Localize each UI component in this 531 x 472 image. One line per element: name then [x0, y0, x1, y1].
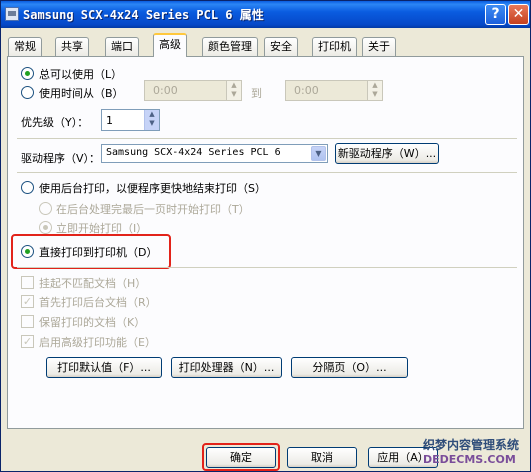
from-time-value: 0:00: [153, 84, 178, 97]
available-from-radio[interactable]: [21, 86, 34, 99]
driver-label: 驱动程序（V）：: [21, 152, 101, 165]
print-spooled-first-checkbox[interactable]: ✓: [21, 295, 34, 308]
tab-about[interactable]: 关于: [362, 37, 396, 56]
priority-label: 优先级（Y）：: [21, 116, 89, 129]
printing-defaults-button[interactable]: 打印默认值（F）...: [46, 357, 162, 378]
print-processor-button[interactable]: 打印处理器（N）...: [171, 357, 282, 378]
separator: [17, 172, 517, 173]
separator-page-button[interactable]: 分隔页（O）...: [291, 357, 408, 378]
to-time-field[interactable]: 0:00 ▲ ▼: [285, 80, 383, 101]
spool-radio[interactable]: [21, 181, 34, 194]
priority-spinner[interactable]: ▲ ▼: [144, 110, 159, 130]
hold-mismatched-label: 挂起不匹配文档（H）: [39, 277, 147, 290]
start-after-last-page-label: 在后台处理完最后一页时开始打印（T）: [56, 203, 250, 216]
from-time-spinner[interactable]: ▲ ▼: [226, 81, 241, 100]
printer-properties-dialog: Samsung SCX-4x24 Series PCL 6 属性 ? ✕ 常规 …: [0, 0, 531, 472]
available-from-label: 使用时间从（B）: [39, 87, 124, 100]
keep-printed-label: 保留打印的文档（K）: [39, 316, 146, 329]
from-time-field[interactable]: 0:00 ▲ ▼: [144, 80, 242, 101]
separator: [17, 138, 517, 139]
watermark-title: 织梦内容管理系统: [423, 438, 520, 452]
tab-printer[interactable]: 打印机: [312, 37, 357, 56]
window-title: Samsung SCX-4x24 Series PCL 6 属性: [23, 8, 264, 22]
help-button[interactable]: ?: [485, 4, 506, 25]
chevron-down-icon[interactable]: ▼: [311, 146, 326, 161]
tab-security[interactable]: 安全: [264, 37, 298, 56]
highlight-box: [11, 234, 171, 269]
tab-advanced[interactable]: 高级: [153, 33, 187, 57]
to-time-spinner[interactable]: ▲ ▼: [367, 81, 382, 100]
to-label: 到: [251, 87, 262, 100]
title-bar[interactable]: Samsung SCX-4x24 Series PCL 6 属性 ? ✕: [1, 1, 530, 28]
tab-ports[interactable]: 端口: [105, 37, 139, 56]
driver-select[interactable]: Samsung SCX-4x24 Series PCL 6 ▼: [101, 144, 328, 163]
always-available-radio[interactable]: [21, 67, 34, 80]
driver-select-value: Samsung SCX-4x24 Series PCL 6: [106, 147, 281, 158]
print-spooled-first-label: 首先打印后台文档（R）: [39, 296, 157, 309]
priority-value: 1: [106, 114, 113, 127]
hold-mismatched-checkbox[interactable]: [21, 276, 34, 289]
spool-label: 使用后台打印，以便程序更快地结束打印（S）: [39, 182, 266, 195]
always-available-label: 总可以使用（L）: [39, 68, 123, 81]
close-button[interactable]: ✕: [508, 4, 529, 25]
printer-icon: [5, 7, 19, 21]
highlight-box: [202, 443, 280, 471]
tab-color-management[interactable]: 颜色管理: [202, 37, 258, 56]
tab-general[interactable]: 常规: [8, 37, 42, 56]
priority-field[interactable]: 1 ▲ ▼: [101, 109, 160, 131]
start-immediately-radio[interactable]: [39, 221, 52, 234]
tab-sharing[interactable]: 共享: [55, 37, 89, 56]
start-after-last-page-radio[interactable]: [39, 202, 52, 215]
advanced-features-checkbox[interactable]: ✓: [21, 335, 34, 348]
keep-printed-checkbox[interactable]: [21, 315, 34, 328]
cancel-button[interactable]: 取消: [287, 447, 357, 468]
advanced-features-label: 启用高级打印功能（E）: [39, 336, 156, 349]
to-time-value: 0:00: [294, 84, 319, 97]
new-driver-button[interactable]: 新驱动程序（W）...: [335, 143, 439, 164]
separator: [17, 267, 517, 268]
watermark-url: DEDECMS.COM: [423, 453, 516, 466]
